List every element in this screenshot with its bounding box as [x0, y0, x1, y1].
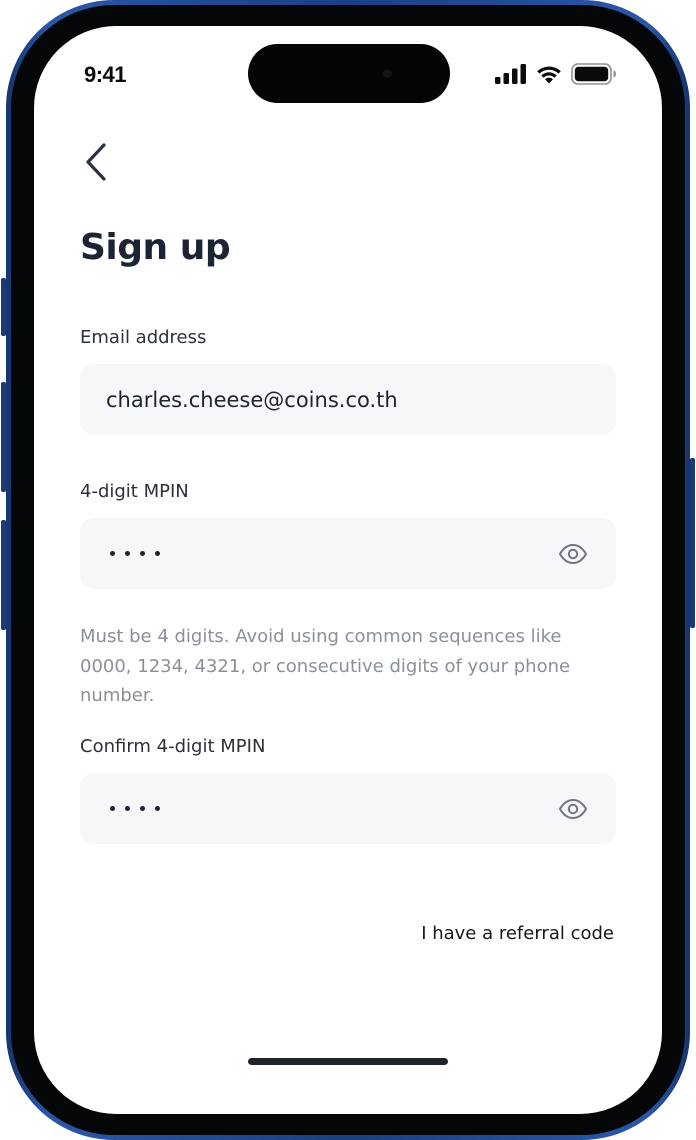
dynamic-island — [248, 44, 450, 103]
pin-dot — [125, 806, 130, 811]
mpin-label: 4-digit MPIN — [80, 481, 189, 502]
confirm-mpin-field[interactable] — [80, 773, 616, 844]
action-button — [1, 278, 6, 336]
eye-icon — [558, 798, 588, 819]
confirm-mpin-masked-value — [106, 806, 558, 811]
pin-dot — [110, 551, 115, 556]
status-icons — [495, 63, 617, 85]
volume-up-button — [1, 382, 6, 492]
wifi-icon — [537, 66, 561, 84]
mpin-visibility-toggle[interactable] — [558, 543, 588, 565]
status-time: 9:41 — [84, 62, 127, 87]
phone-frame: 9:41 Sign up Email address charles.chees… — [6, 0, 690, 1140]
pin-dot — [140, 806, 145, 811]
screen: 9:41 Sign up Email address charles.chees… — [34, 26, 662, 1114]
pin-dot — [155, 551, 160, 556]
email-field[interactable]: charles.cheese@coins.co.th — [80, 364, 616, 435]
pin-dot — [140, 551, 145, 556]
page-title: Sign up — [80, 227, 231, 268]
mpin-field[interactable] — [80, 518, 616, 589]
pin-dot — [125, 551, 130, 556]
confirm-mpin-visibility-toggle[interactable] — [558, 798, 588, 820]
eye-icon — [558, 543, 588, 564]
home-indicator — [248, 1058, 448, 1065]
mpin-hint: Must be 4 digits. Avoid using common seq… — [80, 626, 571, 706]
back-button[interactable] — [78, 140, 114, 184]
volume-down-button — [1, 520, 6, 630]
power-button — [690, 458, 695, 628]
pin-dot — [155, 806, 160, 811]
cellular-signal-icon — [495, 64, 526, 84]
phone-bezel: 9:41 Sign up Email address charles.chees… — [11, 5, 685, 1135]
email-label: Email address — [80, 327, 207, 348]
mpin-masked-value — [106, 551, 558, 556]
pin-dot — [110, 806, 115, 811]
confirm-mpin-label: Confirm 4-digit MPIN — [80, 736, 266, 757]
referral-code-link[interactable]: I have a referral code — [421, 923, 614, 944]
chevron-left-icon — [86, 143, 106, 181]
front-camera — [383, 69, 392, 78]
email-value: charles.cheese@coins.co.th — [106, 387, 398, 412]
battery-icon — [571, 63, 616, 85]
